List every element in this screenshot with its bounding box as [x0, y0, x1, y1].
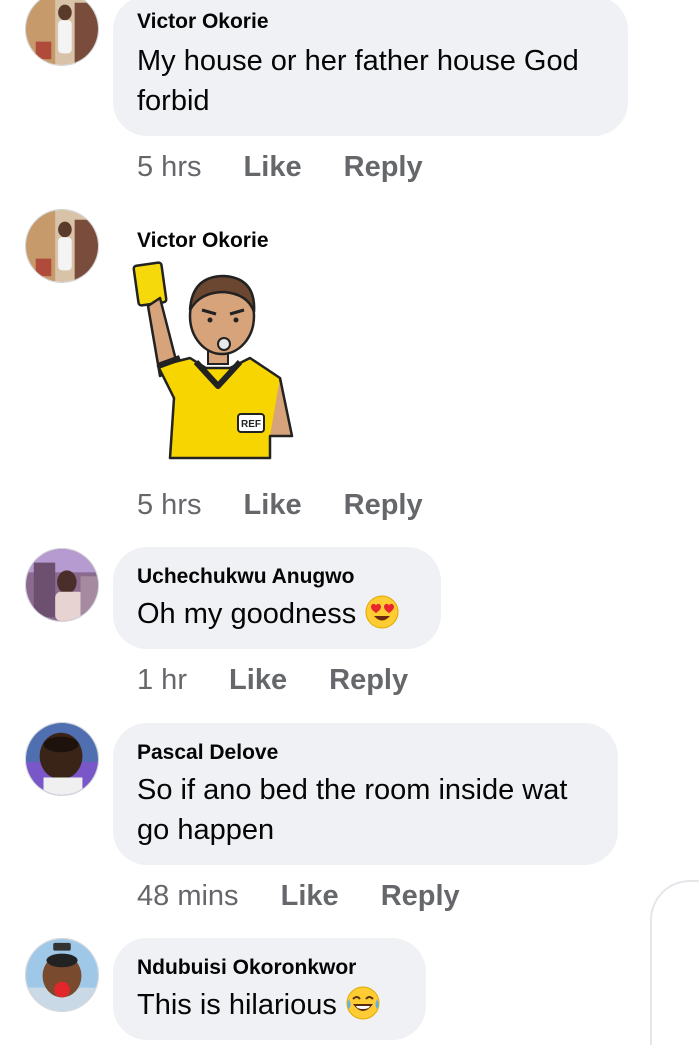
comment-bubble: Ndubuisi Okoronkwor This is hilarious: [113, 938, 426, 1040]
like-button[interactable]: Like: [244, 150, 302, 184]
reply-button[interactable]: Reply: [329, 663, 408, 697]
comment-text-content: This is hilarious: [137, 989, 337, 1021]
like-button[interactable]: Like: [229, 663, 287, 697]
comment-actions: 5 hrs Like Reply: [137, 488, 423, 522]
comment-text: My house or her father house God forbid: [137, 45, 579, 117]
avatar[interactable]: [25, 209, 99, 283]
comment-time[interactable]: 5 hrs: [137, 488, 201, 522]
comment-text-content: Oh my goodness: [137, 598, 357, 630]
avatar[interactable]: [25, 938, 99, 1012]
tears-of-joy-emoji-icon: [345, 985, 381, 1021]
avatar-photo: [26, 939, 98, 1011]
comment-time[interactable]: 48 mins: [137, 879, 239, 913]
comment-author[interactable]: Victor Okorie: [137, 228, 269, 254]
comment-text: Oh my goodness: [137, 594, 417, 634]
avatar-photo: [26, 549, 98, 621]
comment-bubble: Uchechukwu Anugwo Oh my goodness: [113, 547, 441, 649]
like-button[interactable]: Like: [244, 488, 302, 522]
comment-bubble: Victor Okorie My house or her father hou…: [113, 0, 628, 136]
comment-bubble: Pascal Delove So if ano bed the room ins…: [113, 723, 618, 865]
comment-actions: 48 mins Like Reply: [137, 879, 460, 913]
sticker-badge-text: REF: [241, 419, 261, 430]
comment-time[interactable]: 1 hr: [137, 663, 187, 697]
avatar[interactable]: [25, 722, 99, 796]
comment-text: So if ano bed the room inside wat go hap…: [137, 774, 568, 846]
avatar[interactable]: [25, 548, 99, 622]
comment-author[interactable]: Uchechukwu Anugwo: [137, 564, 417, 590]
comment-author[interactable]: Ndubuisi Okoronkwor: [137, 955, 402, 981]
comment-text: This is hilarious: [137, 985, 402, 1025]
avatar-photo: [26, 0, 98, 65]
comment-time[interactable]: 5 hrs: [137, 150, 201, 184]
avatar-photo: [26, 210, 98, 282]
scroll-edge-decoration: [650, 880, 699, 1045]
like-button[interactable]: Like: [281, 879, 339, 913]
reply-button[interactable]: Reply: [381, 879, 460, 913]
avatar-photo: [26, 723, 98, 795]
referee-yellow-card-sticker[interactable]: REF: [130, 258, 300, 468]
comment-author[interactable]: Pascal Delove: [137, 740, 594, 766]
reply-button[interactable]: Reply: [344, 150, 423, 184]
comment-actions: 5 hrs Like Reply: [137, 150, 423, 184]
referee-sticker-image: REF: [132, 261, 294, 460]
avatar[interactable]: [25, 0, 99, 66]
reply-button[interactable]: Reply: [344, 488, 423, 522]
comment-author[interactable]: Victor Okorie: [137, 9, 604, 35]
heart-eyes-emoji-icon: [364, 594, 400, 630]
comment-actions: 1 hr Like Reply: [137, 663, 408, 697]
